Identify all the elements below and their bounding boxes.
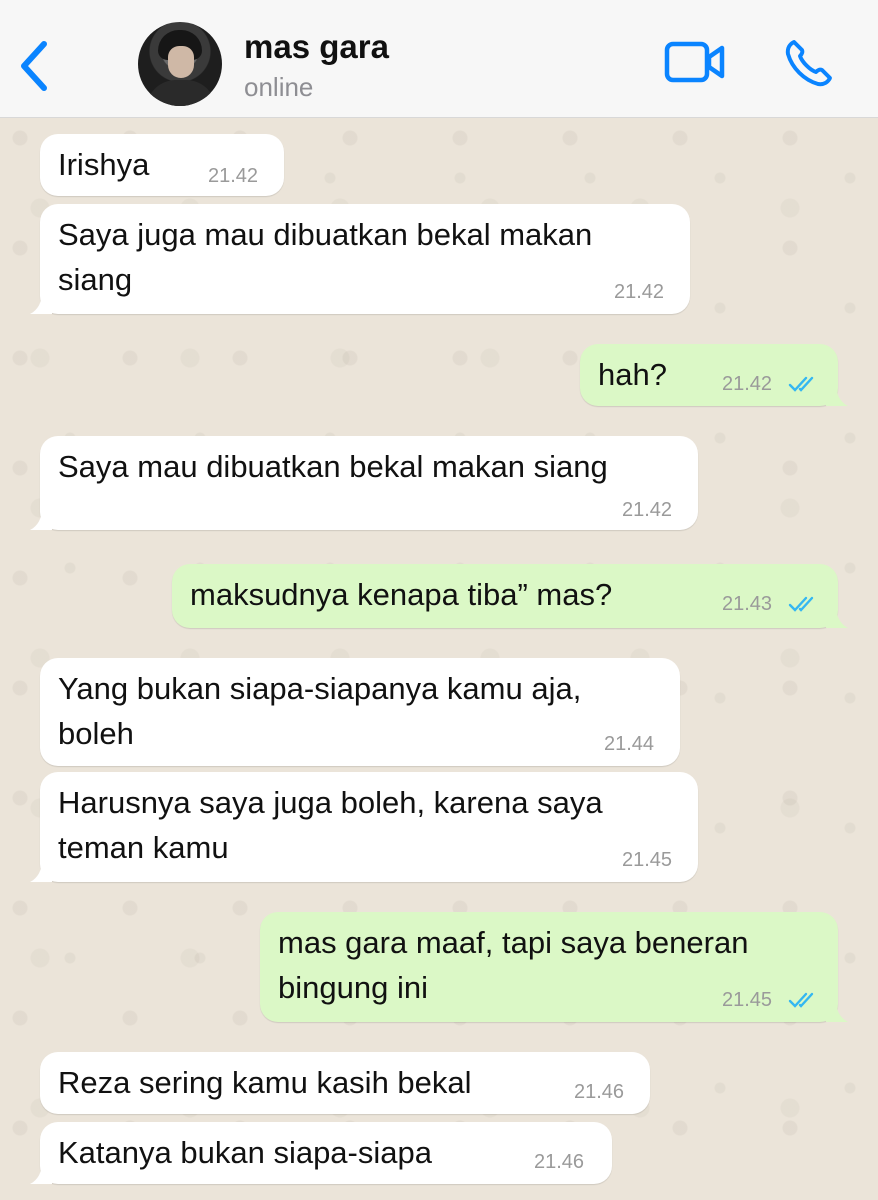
message-bubble-incoming[interactable]: Reza sering kamu kasih bekal 21.46 (40, 1052, 650, 1114)
chevron-left-icon (21, 41, 47, 91)
message-time: 21.42 (622, 499, 673, 521)
message-bubble-incoming[interactable]: Saya juga mau dibuatkan bekal makan sian… (30, 204, 690, 314)
contact-avatar[interactable] (138, 22, 222, 106)
message-time: 21.44 (604, 733, 655, 755)
voice-call-button[interactable] (784, 38, 834, 88)
message-text: Reza sering kamu kasih bekal (58, 1065, 472, 1100)
message-bubble-incoming[interactable]: Yang bukan siapa-siapanya kamu aja, bole… (40, 658, 680, 766)
read-receipt-icon (788, 992, 814, 1008)
message-time: 21.42 (722, 373, 773, 395)
message-bubble-incoming[interactable]: Saya mau dibuatkan bekal makan siang 21.… (30, 436, 698, 530)
message-text: Saya mau dibuatkan bekal makan siang (58, 449, 608, 484)
message-time: 21.45 (622, 849, 673, 871)
message-bubble-incoming[interactable]: Katanya bukan siapa-siapa 21.46 (30, 1122, 612, 1184)
contact-name[interactable]: mas gara (244, 28, 389, 66)
message-time: 21.42 (208, 165, 259, 187)
message-bubble-outgoing[interactable]: hah? 21.42 (580, 344, 848, 406)
message-bubble-incoming[interactable]: Harusnya saya juga boleh, karena saya te… (30, 772, 698, 882)
phone-icon (785, 40, 832, 87)
message-text: Saya juga mau dibuatkan bekal makan sian… (58, 217, 593, 297)
chat-header: mas gara online (0, 0, 878, 118)
message-bubble-outgoing[interactable]: mas gara maaf, tapi saya beneran bingung… (260, 912, 848, 1022)
message-time: 21.43 (722, 593, 773, 615)
video-camera-icon (664, 41, 725, 83)
message-time: 21.45 (722, 989, 773, 1011)
video-call-button[interactable] (664, 40, 726, 86)
message-time: 21.42 (614, 281, 665, 303)
message-text: Yang bukan siapa-siapanya kamu aja, bole… (58, 671, 582, 751)
back-button[interactable] (14, 38, 54, 94)
read-receipt-icon (788, 376, 814, 392)
read-receipt-icon (788, 596, 814, 612)
message-time: 21.46 (534, 1151, 585, 1173)
message-bubble-incoming[interactable]: Irishya 21.42 (40, 134, 284, 196)
message-text: Katanya bukan siapa-siapa (58, 1135, 432, 1170)
message-time: 21.46 (574, 1081, 625, 1103)
message-bubble-outgoing[interactable]: maksudnya kenapa tiba” mas? 21.43 (172, 564, 848, 628)
contact-status: online (244, 72, 314, 102)
message-text: Harusnya saya juga boleh, karena saya te… (58, 785, 603, 865)
